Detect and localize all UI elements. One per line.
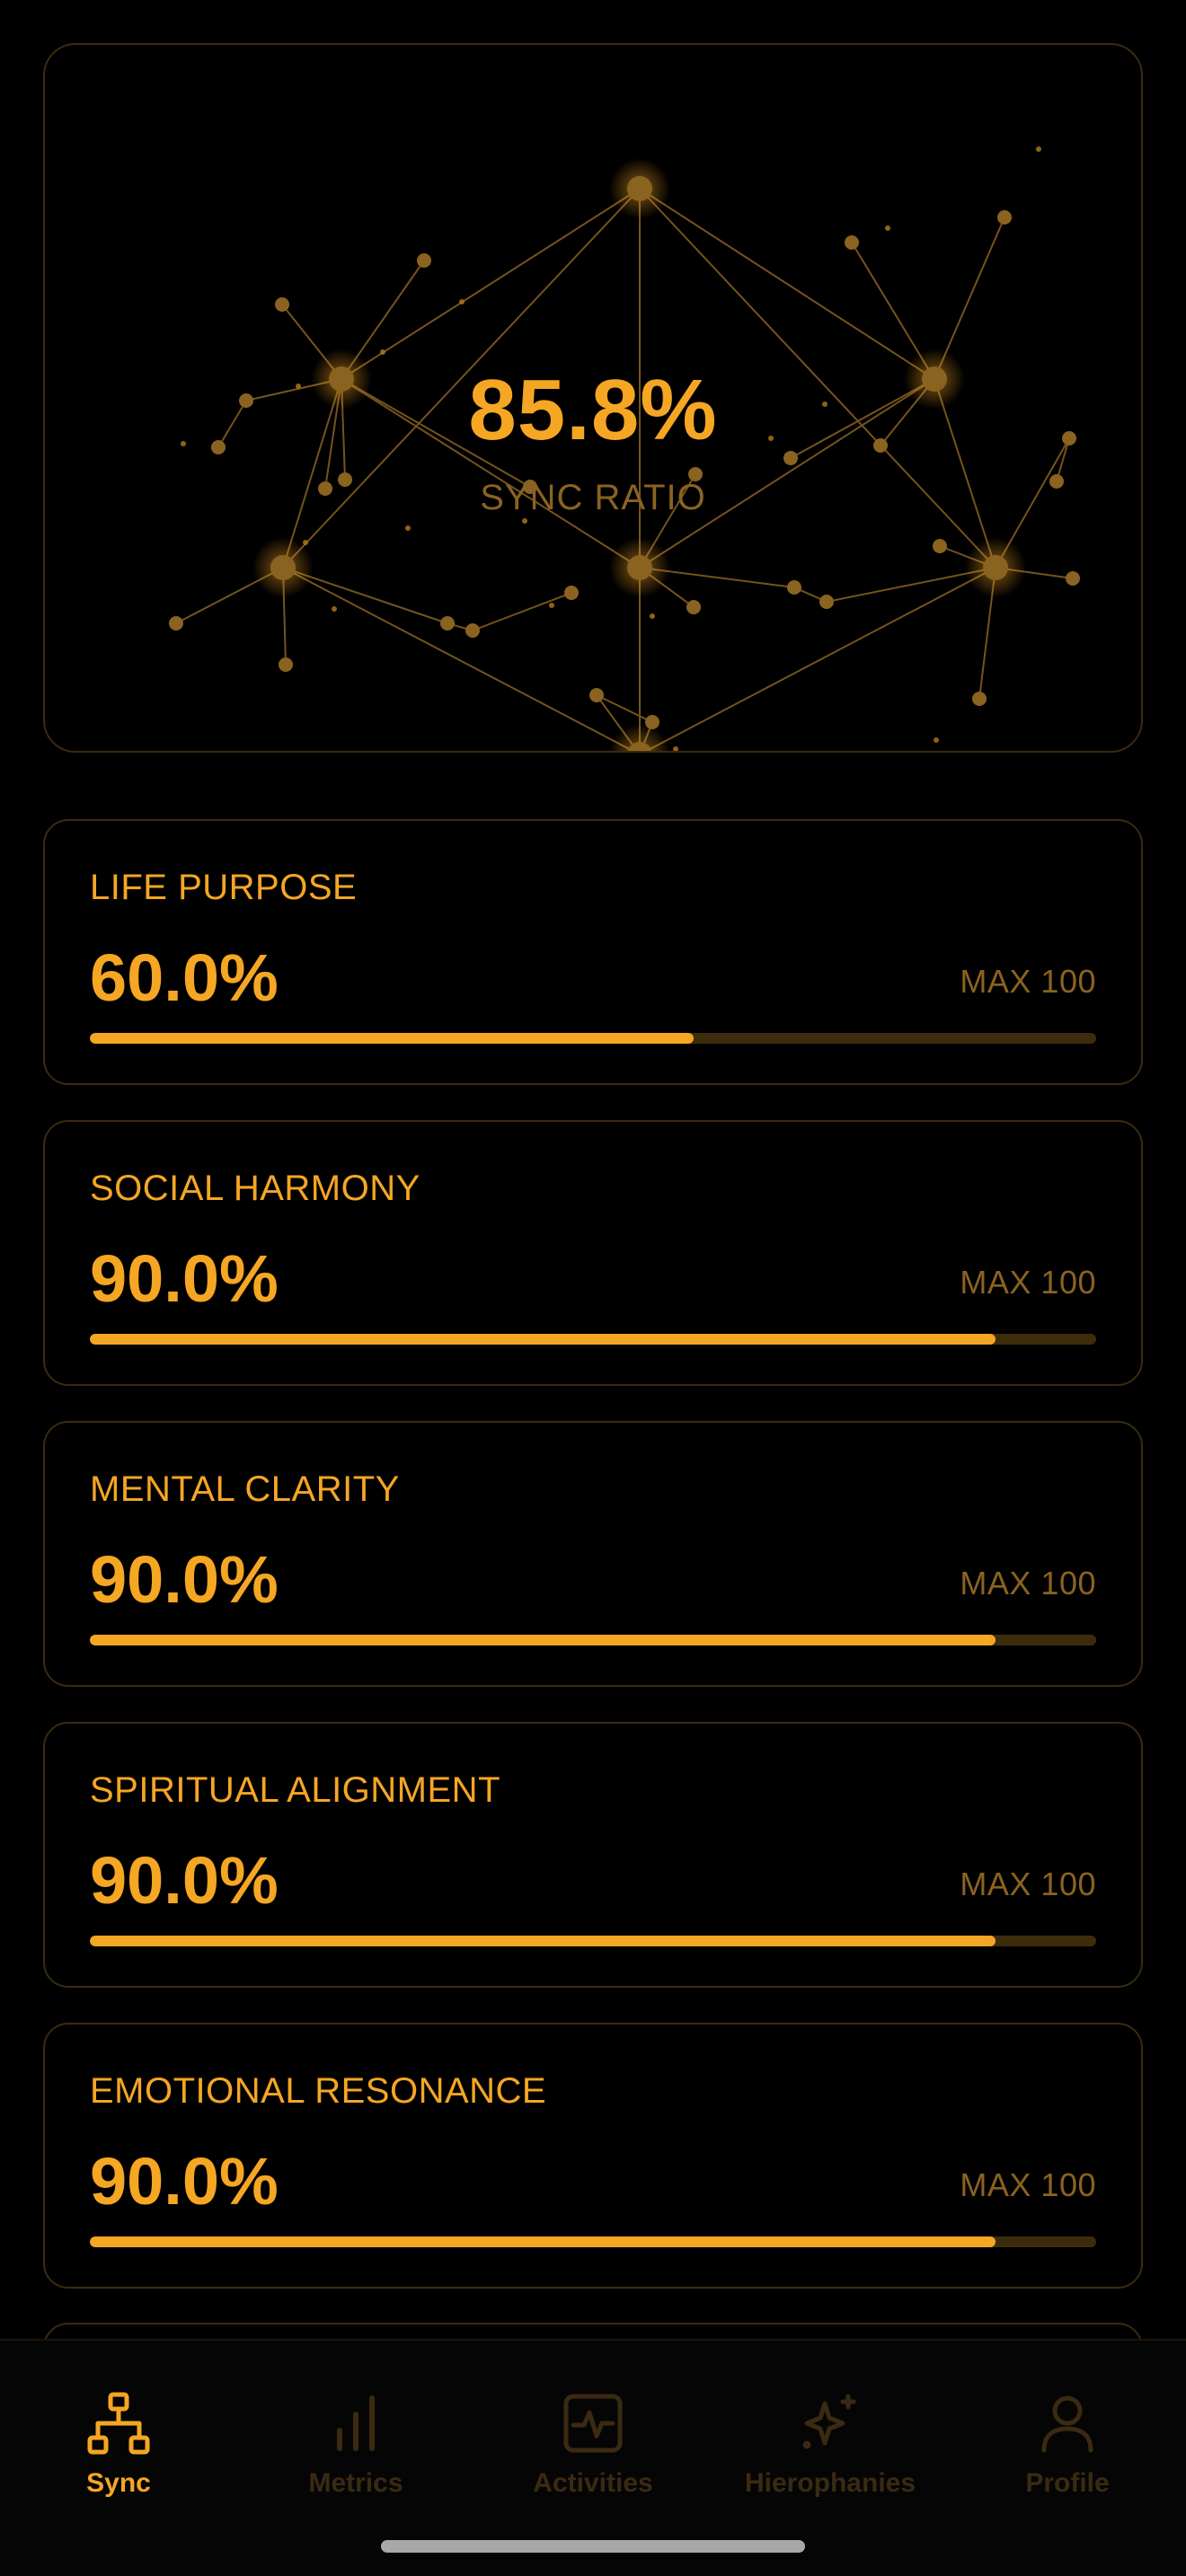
progress-track [90,1936,1096,1946]
progress-track [90,1033,1096,1044]
progress-fill [90,1635,996,1645]
tab-label: Activities [533,2468,653,2498]
tab-metrics[interactable]: Metrics [237,2391,474,2526]
tab-label: Metrics [308,2468,403,2498]
metric-title: LIFE PURPOSE [90,868,358,907]
metric-max: MAX 100 [960,2166,1096,2203]
metric-title: MENTAL CLARITY [90,1469,400,1509]
metric-card-social-harmony[interactable]: SOCIAL HARMONY 90.0% MAX 100 [43,1120,1143,1386]
progress-track [90,2236,1096,2247]
metric-value: 90.0% [90,1843,279,1918]
metric-title: SPIRITUAL ALIGNMENT [90,1770,500,1810]
card-notch [451,81,783,93]
progress-track [90,1635,1096,1645]
tab-label: Profile [1025,2468,1110,2498]
person-icon [1041,2395,1093,2453]
sparkle-icon [802,2394,856,2449]
metric-title: EMOTIONAL RESONANCE [90,2071,547,2111]
tab-label: Hierophanies [744,2468,916,2498]
sync-ratio-value: 85.8% [468,362,718,458]
metric-title: SOCIAL HARMONY [90,1169,420,1208]
metric-card-emotional-resonance[interactable]: EMOTIONAL RESONANCE 90.0% MAX 100 [43,2023,1143,2289]
metric-max: MAX 100 [960,1866,1096,1902]
metric-card-life-purpose[interactable]: LIFE PURPOSE 60.0% MAX 100 [43,819,1143,1085]
metric-value: 90.0% [90,1542,279,1617]
bar-chart-icon [337,2395,375,2451]
tab-activities[interactable]: Activities [474,2391,712,2526]
sync-network-card: 85.8% SYNC RATIO [43,43,1143,753]
progress-fill [90,1334,996,1345]
metric-card-spiritual-alignment[interactable]: SPIRITUAL ALIGNMENT 90.0% MAX 100 [43,1722,1143,1988]
metric-max: MAX 100 [960,963,1096,1000]
tab-label: Sync [86,2468,151,2498]
tab-sync[interactable]: Sync [0,2391,237,2526]
network-icon [87,2392,150,2455]
home-indicator[interactable] [381,2540,805,2553]
metric-card-mental-clarity[interactable]: MENTAL CLARITY 90.0% MAX 100 [43,1421,1143,1687]
metric-max: MAX 100 [960,1565,1096,1601]
progress-fill [90,1936,996,1946]
sync-ratio-label: SYNC RATIO [480,478,706,517]
metric-max: MAX 100 [960,1264,1096,1301]
metric-value: 60.0% [90,940,279,1015]
progress-fill [90,1033,694,1044]
activity-pulse-icon [563,2394,623,2453]
tab-hierophanies[interactable]: Hierophanies [712,2391,949,2526]
sync-screen: 85.8% SYNC RATIO LIFE PURPOSE 60.0% MAX … [0,0,1186,2576]
progress-track [90,1334,1096,1345]
metric-value: 90.0% [90,1241,279,1316]
progress-fill [90,2236,996,2247]
metric-value: 90.0% [90,2144,279,2219]
tab-profile[interactable]: Profile [949,2391,1186,2526]
